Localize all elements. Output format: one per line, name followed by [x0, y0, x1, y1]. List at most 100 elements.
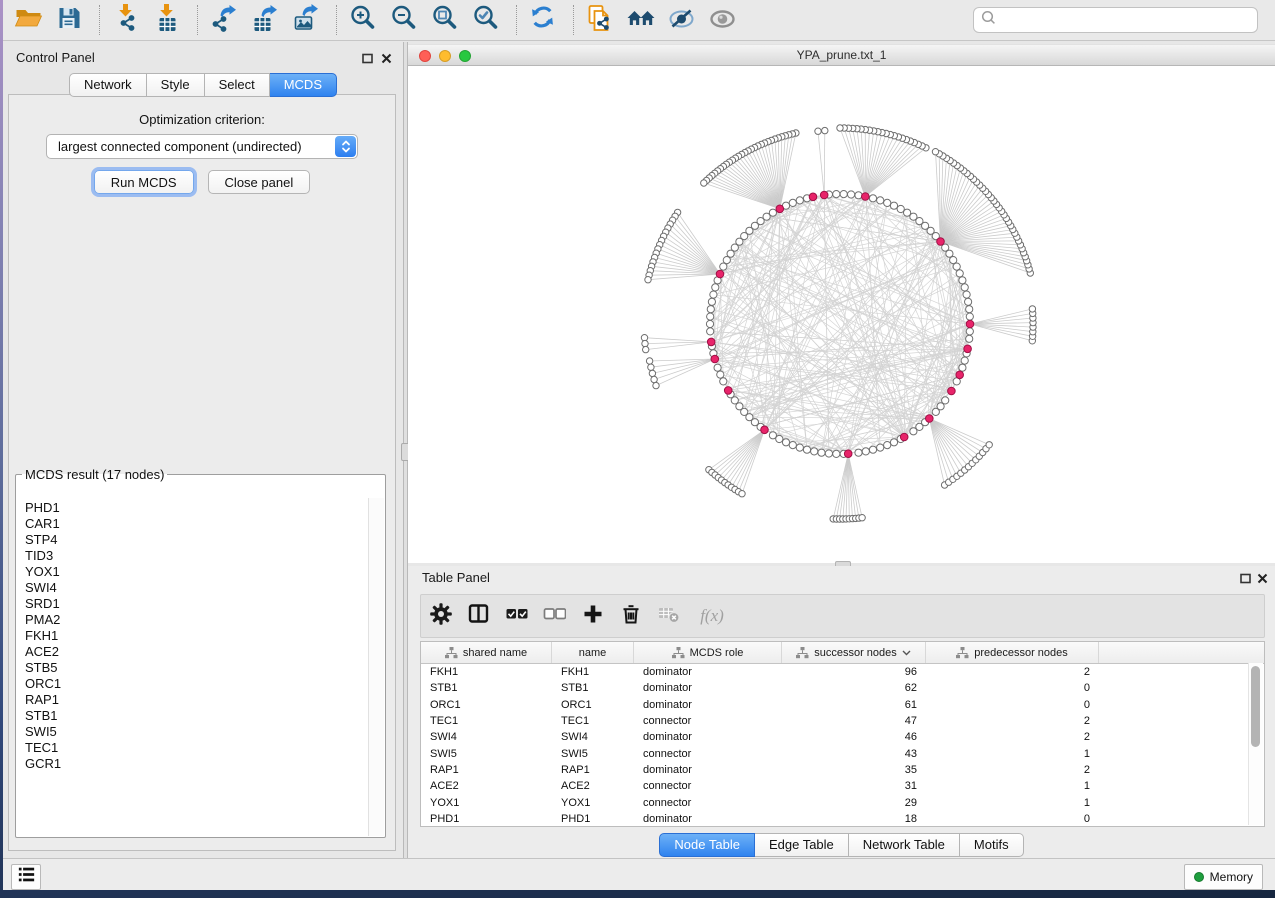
close-table-panel-icon[interactable] — [1257, 571, 1268, 589]
select-all-columns-button[interactable] — [505, 605, 528, 628]
column-header-shared-name[interactable]: shared name — [421, 642, 552, 663]
gear-icon — [429, 602, 452, 630]
mcds-result-item[interactable]: GCR1 — [25, 756, 369, 772]
zoom-in-button[interactable] — [348, 5, 378, 35]
task-history-button[interactable] — [11, 864, 41, 890]
mcds-result-item[interactable]: FKH1 — [25, 628, 369, 644]
table-scrollbar-thumb[interactable] — [1251, 666, 1260, 747]
tab-node-table[interactable]: Node Table — [659, 833, 755, 857]
table-cell: ORC1 — [552, 699, 634, 711]
delete-column-button[interactable] — [619, 605, 642, 628]
table-cell: SWI5 — [421, 748, 552, 760]
toolbar-separator — [336, 5, 338, 35]
export-network-icon — [210, 4, 239, 37]
column-header-MCDS-role[interactable]: MCDS role — [634, 642, 782, 663]
mcds-result-item[interactable]: TID3 — [25, 548, 369, 564]
run-mcds-button[interactable]: Run MCDS — [94, 170, 194, 194]
import-network-button[interactable] — [111, 5, 141, 35]
criterion-select[interactable]: largest connected component (undirected) — [46, 134, 358, 159]
mcds-result-item[interactable]: SWI4 — [25, 580, 369, 596]
table-row[interactable]: ACE2ACE2connector311 — [421, 778, 1264, 794]
export-network-button[interactable] — [209, 5, 239, 35]
add-column-button[interactable] — [581, 605, 604, 628]
save-session-button[interactable] — [54, 5, 84, 35]
node-table: shared name nameMCDS rolesuccessor nodesp… — [420, 641, 1265, 827]
table-cell: SWI4 — [421, 731, 552, 743]
search-box — [973, 7, 1258, 33]
mcds-result-item[interactable]: RAP1 — [25, 692, 369, 708]
export-table-button[interactable] — [250, 5, 280, 35]
table-row[interactable]: PHD1PHD1dominator180 — [421, 811, 1264, 827]
tab-style[interactable]: Style — [147, 73, 205, 97]
tab-mcds[interactable]: MCDS — [270, 73, 337, 97]
tab-select[interactable]: Select — [205, 73, 270, 97]
table-scrollbar-track[interactable] — [1248, 663, 1263, 825]
table-row[interactable]: RAP1RAP1dominator352 — [421, 762, 1264, 778]
select-spinner-icon — [335, 136, 356, 157]
table-row[interactable]: YOX1YOX1connector291 — [421, 794, 1264, 810]
close-panel-icon[interactable] — [381, 51, 392, 69]
search-input[interactable] — [996, 9, 1257, 31]
table-row[interactable]: SWI4SWI4dominator462 — [421, 729, 1264, 745]
table-cell: 96 — [782, 666, 926, 678]
open-session-button[interactable] — [13, 5, 43, 35]
mcds-result-item[interactable]: STB5 — [25, 660, 369, 676]
mcds-result-item[interactable]: PHD1 — [25, 500, 369, 516]
mcds-result-item[interactable]: ACE2 — [25, 644, 369, 660]
close-panel-button[interactable]: Close panel — [208, 170, 311, 194]
table-row[interactable]: FKH1FKH1dominator962 — [421, 664, 1264, 680]
eye-show-icon — [709, 4, 738, 37]
table-row[interactable]: SWI5SWI5connector431 — [421, 745, 1264, 761]
float-table-panel-icon[interactable] — [1240, 571, 1251, 589]
table-row[interactable]: ORC1ORC1dominator610 — [421, 697, 1264, 713]
import-table-icon — [153, 4, 182, 37]
float-panel-icon[interactable] — [362, 51, 373, 69]
mcds-result-item[interactable]: PMA2 — [25, 612, 369, 628]
mcds-result-item[interactable]: SWI5 — [25, 724, 369, 740]
table-tabs: Node TableEdge TableNetwork TableMotifs — [408, 833, 1275, 857]
memory-button[interactable]: Memory — [1184, 864, 1263, 890]
main-toolbar — [3, 0, 1275, 41]
first-neighbors-button[interactable] — [626, 5, 656, 35]
zoom-fit-button[interactable] — [430, 5, 460, 35]
table-cell: 18 — [782, 813, 926, 825]
copy-network-button[interactable] — [585, 5, 615, 35]
mcds-result-item[interactable]: SRD1 — [25, 596, 369, 612]
show-all-button[interactable] — [708, 5, 738, 35]
deselect-all-columns-button[interactable] — [543, 605, 566, 628]
mcds-result-item[interactable]: CAR1 — [25, 516, 369, 532]
network-canvas[interactable] — [408, 66, 1275, 563]
column-header-successor-nodes[interactable]: successor nodes — [782, 642, 926, 663]
table-cell: STB1 — [421, 682, 552, 694]
mcds-result-item[interactable]: TEC1 — [25, 740, 369, 756]
function-builder-button: f(x) — [695, 605, 729, 628]
table-delete-icon — [657, 602, 680, 630]
column-label: shared name — [463, 647, 527, 659]
tab-motifs[interactable]: Motifs — [960, 833, 1024, 857]
mcds-result-item[interactable]: STP4 — [25, 532, 369, 548]
apply-layout-button[interactable] — [528, 5, 558, 35]
zoom-out-button[interactable] — [389, 5, 419, 35]
show-columns-button[interactable] — [467, 605, 490, 628]
tab-edge-table[interactable]: Edge Table — [755, 833, 849, 857]
mcds-result-item[interactable]: YOX1 — [25, 564, 369, 580]
result-scrollbar-track[interactable] — [368, 498, 384, 836]
mcds-result-item[interactable]: STB1 — [25, 708, 369, 724]
table-options-button[interactable] — [429, 605, 452, 628]
mcds-result-item[interactable]: ORC1 — [25, 676, 369, 692]
tab-network[interactable]: Network — [69, 73, 147, 97]
column-header-predecessor-nodes[interactable]: predecessor nodes — [926, 642, 1099, 663]
zoom-selected-button[interactable] — [471, 5, 501, 35]
table-row[interactable]: STB1STB1dominator620 — [421, 680, 1264, 696]
zoom-selected-icon — [472, 4, 501, 37]
table-cell: 1 — [926, 748, 1099, 760]
table-row[interactable]: TEC1TEC1connector472 — [421, 713, 1264, 729]
table-cell: ACE2 — [552, 780, 634, 792]
tab-network-table[interactable]: Network Table — [849, 833, 960, 857]
table-cell: SWI5 — [552, 748, 634, 760]
column-header-name[interactable]: name — [552, 642, 634, 663]
import-table-button[interactable] — [152, 5, 182, 35]
hide-selected-button[interactable] — [667, 5, 697, 35]
export-image-button[interactable] — [291, 5, 321, 35]
folder-open-icon — [14, 4, 43, 37]
